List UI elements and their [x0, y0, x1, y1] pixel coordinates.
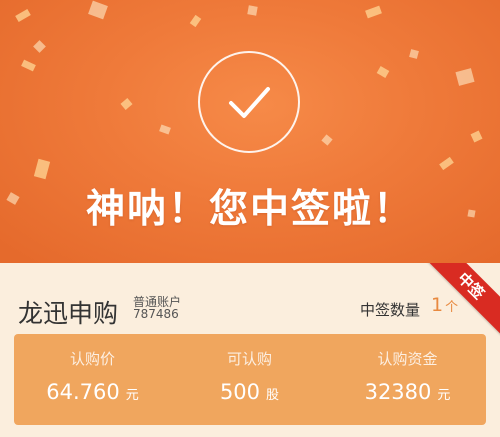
stat-value: 64.760 元 [14, 380, 171, 404]
won-quantity-value: 1个 [431, 294, 458, 316]
stat-subscribable-shares: 可认购 500 股 [171, 334, 328, 425]
confetti-piece [88, 0, 108, 20]
stat-subscription-price: 认购价 64.760 元 [14, 334, 171, 425]
stock-name: 龙迅申购 [18, 299, 119, 328]
stat-label: 认购资金 [377, 350, 438, 368]
stat-number: 64.760 [46, 380, 120, 404]
account-number: 787486 [133, 307, 179, 321]
confetti-piece [120, 98, 133, 110]
confetti-piece [247, 5, 258, 16]
confetti-piece [15, 8, 31, 23]
stat-subscription-funds: 认购资金 32380 元 [329, 334, 486, 425]
confetti-piece [321, 134, 333, 146]
confetti-piece [365, 5, 382, 19]
stat-unit: 股 [266, 388, 280, 403]
stat-unit: 元 [125, 388, 139, 403]
confetti-piece [159, 124, 171, 135]
stat-label: 可认购 [226, 350, 272, 368]
stat-value: 32380 元 [329, 380, 486, 404]
won-quantity-label: 中签数量 [360, 301, 421, 319]
confetti-piece [439, 156, 454, 171]
confetti-piece [189, 14, 202, 28]
confetti-piece [470, 130, 483, 143]
won-quantity-unit: 个 [445, 300, 459, 315]
confetti-piece [455, 68, 475, 86]
stat-number: 500 [219, 380, 261, 404]
confetti-piece [409, 49, 419, 59]
stat-value: 500 股 [171, 380, 328, 404]
stat-unit: 元 [437, 388, 451, 403]
stat-label: 认购价 [69, 350, 115, 368]
confetti-piece [376, 66, 390, 78]
allotment-card: 中签 龙迅申购 普通账户 787486 中签数量 1个 认购价 64.760 元 … [0, 263, 500, 437]
won-quantity-number: 1 [431, 294, 444, 316]
subscription-stats-panel: 认购价 64.760 元 可认购 500 股 认购资金 32380 元 [14, 334, 486, 425]
success-banner: 神呐！您中签啦！ [0, 0, 500, 263]
checkmark-circle-icon [198, 51, 300, 153]
confetti-piece [33, 158, 51, 180]
success-headline: 神呐！您中签啦！ [85, 187, 414, 232]
stat-number: 32380 [364, 380, 432, 404]
confetti-piece [21, 59, 36, 72]
confetti-piece [33, 40, 46, 53]
